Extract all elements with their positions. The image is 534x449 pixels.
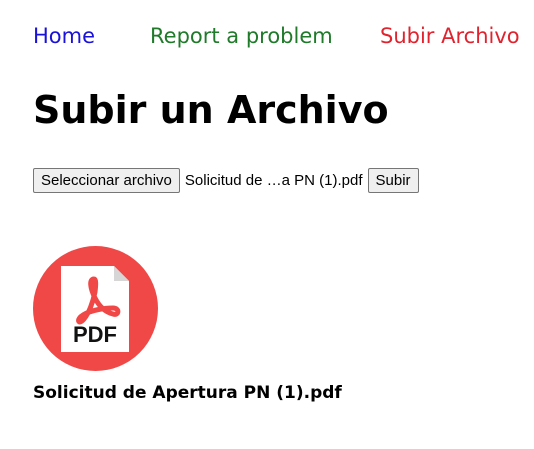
nav-link-subir-archivo[interactable]: Subir Archivo <box>380 22 520 50</box>
pdf-file-icon[interactable]: PDF <box>33 246 158 371</box>
pdf-icon-text: PDF <box>73 322 117 347</box>
page-title: Subir un Archivo <box>33 88 389 132</box>
submit-upload-button[interactable]: Subir <box>367 167 419 193</box>
selected-file-name: Solicitud de …a PN (1).pdf <box>184 171 363 189</box>
nav-link-home[interactable]: Home <box>33 22 95 50</box>
choose-file-button[interactable]: Seleccionar archivo <box>33 167 180 193</box>
uploaded-file-name[interactable]: Solicitud de Apertura PN (1).pdf <box>33 381 342 405</box>
top-nav: Home Report a problem Subir Archivo <box>33 22 520 52</box>
nav-link-report-problem[interactable]: Report a problem <box>150 22 333 50</box>
upload-form: Seleccionar archivo Solicitud de …a PN (… <box>33 167 419 193</box>
